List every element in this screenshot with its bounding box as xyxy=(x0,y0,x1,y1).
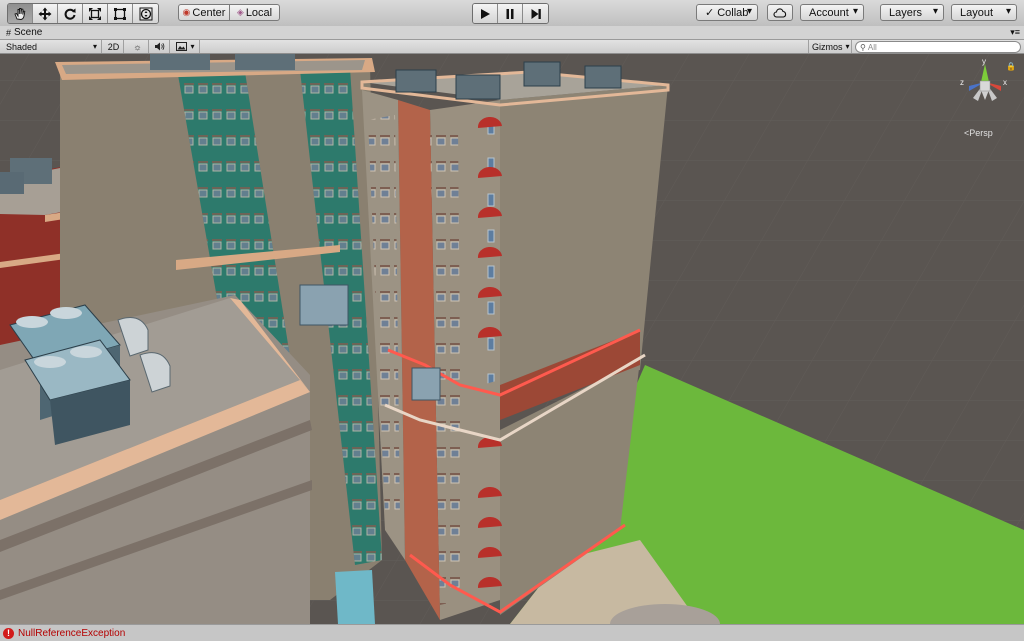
pause-icon xyxy=(506,8,514,19)
console-status-bar[interactable]: ! NullReferenceException xyxy=(0,624,1024,641)
shading-mode-dropdown[interactable]: Shaded ▾ xyxy=(0,40,102,53)
step-button[interactable] xyxy=(523,4,548,23)
image-effects-icon xyxy=(176,42,188,51)
scene-grid-icon: # xyxy=(6,27,12,38)
lighting-toggle[interactable]: ☼ xyxy=(127,40,149,53)
pivot-label: Center xyxy=(192,6,226,19)
chevron-down-icon: ▾ xyxy=(92,42,97,51)
cloud-icon xyxy=(773,7,787,18)
scene-view-toolbar: Shaded ▾ 2D ☼ ▾ Gizmos ▾ ⚲ All xyxy=(0,40,1024,54)
play-controls xyxy=(472,3,549,24)
scene-tab-label: Scene xyxy=(14,27,43,38)
scale-icon xyxy=(89,7,101,20)
cloud-button[interactable] xyxy=(767,4,793,21)
chevron-down-icon: ▾ xyxy=(845,42,850,51)
layout-label: Layout xyxy=(960,6,994,19)
axis-x-label: x xyxy=(1003,78,1007,87)
transform-icon xyxy=(139,7,152,20)
pivot-center-button[interactable]: ◉ Center xyxy=(178,4,230,21)
account-dropdown[interactable]: Account xyxy=(800,4,864,21)
axis-y-label: y xyxy=(982,57,986,66)
2d-toggle[interactable]: 2D xyxy=(104,40,124,53)
lock-icon[interactable]: 🔒 xyxy=(1006,62,1016,71)
status-message: NullReferenceException xyxy=(18,627,126,639)
gizmos-label: Gizmos xyxy=(812,41,843,52)
search-placeholder: All xyxy=(867,42,877,52)
projection-label: Persp xyxy=(969,128,993,138)
search-icon: ⚲ xyxy=(860,42,866,52)
pivot-icon: ◉ xyxy=(182,7,191,17)
tab-menu-icon[interactable]: ▾≡ xyxy=(1010,27,1020,38)
pause-button[interactable] xyxy=(498,4,523,23)
chevron-down-icon: ▾ xyxy=(190,42,195,51)
main-toolbar: ◉ Center ◈ Local ✓ Collab Account Layers… xyxy=(0,0,1024,27)
city-scene xyxy=(0,54,1024,624)
pivot-rotation-button[interactable]: ◈ Local xyxy=(229,4,280,21)
collab-label: Collab xyxy=(717,6,749,19)
sun-icon: ☼ xyxy=(133,41,142,52)
effects-dropdown[interactable]: ▾ xyxy=(172,40,200,53)
transform-tools xyxy=(7,3,159,24)
projection-toggle[interactable]: <Persp xyxy=(964,128,993,138)
rotation-label: Local xyxy=(245,6,273,19)
local-rotation-icon: ◈ xyxy=(236,7,244,17)
transform-all-tool-button[interactable] xyxy=(133,4,158,23)
play-button[interactable] xyxy=(473,4,498,23)
move-tool-button[interactable] xyxy=(33,4,58,23)
rotate-icon xyxy=(64,8,76,20)
scene-tab[interactable]: # Scene xyxy=(0,26,48,39)
layers-label: Layers xyxy=(889,6,923,19)
scene-tab-bar: # Scene ▾≡ xyxy=(0,26,1024,40)
layout-dropdown[interactable]: Layout xyxy=(951,4,1017,21)
speaker-icon xyxy=(155,42,165,51)
gizmos-dropdown[interactable]: Gizmos ▾ xyxy=(808,40,852,53)
step-icon xyxy=(531,8,541,19)
move-icon xyxy=(38,7,52,20)
play-icon xyxy=(481,8,490,19)
hand-icon xyxy=(14,7,26,20)
shading-mode-label: Shaded xyxy=(6,41,38,52)
rect-tool-button[interactable] xyxy=(108,4,133,23)
audio-toggle[interactable] xyxy=(150,40,170,53)
hierarchy-search[interactable]: ⚲ All xyxy=(855,41,1021,53)
account-label: Account xyxy=(809,6,849,19)
axis-z-label: z xyxy=(960,78,964,87)
2d-label: 2D xyxy=(107,41,120,52)
scene-viewport[interactable]: y x z 🔒 <Persp xyxy=(0,54,1024,624)
scale-tool-button[interactable] xyxy=(83,4,108,23)
rect-transform-icon xyxy=(114,7,126,20)
rotate-tool-button[interactable] xyxy=(58,4,83,23)
layers-dropdown[interactable]: Layers xyxy=(880,4,944,21)
collab-check-icon: ✓ xyxy=(705,7,715,19)
hand-tool-button[interactable] xyxy=(8,4,33,23)
collab-dropdown[interactable]: ✓ Collab xyxy=(696,4,758,21)
error-icon: ! xyxy=(3,627,14,639)
